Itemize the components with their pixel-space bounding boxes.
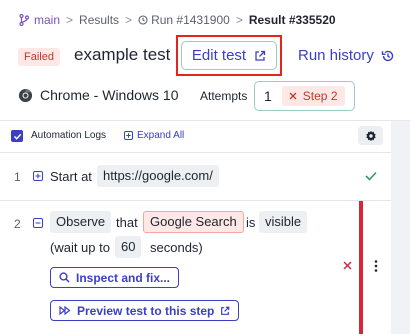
browser-info: Chrome - Windows 10 [18,87,179,103]
fast-forward-icon [59,306,71,315]
attempt-number: 1 [264,88,272,104]
run-history-label: Run history [298,47,374,64]
search-icon [59,272,70,283]
inspect-label: Inspect and fix... [76,270,171,285]
gear-icon [365,130,377,142]
attempts-label: Attempts [200,89,248,103]
clock-icon [138,15,148,25]
run-label: Run #1431900 [151,13,230,27]
failed-step-label: Step 2 [302,89,338,103]
more-options-icon[interactable] [374,260,378,272]
scroll-gutter[interactable] [391,121,410,334]
edit-test-label: Edit test [191,47,247,64]
wait-seconds-chip: 60 [115,236,142,258]
wait-prefix: (wait up to [50,240,110,255]
page-title: example test [74,45,171,64]
wait-suffix: seconds) [150,240,203,255]
settings-button[interactable] [358,126,383,145]
git-branch-icon [19,14,29,26]
run-link[interactable]: Run #1431900 [138,13,230,27]
attempts-selector[interactable]: 1 Step 2 [254,81,355,111]
inspect-and-fix-button[interactable]: Inspect and fix... [50,267,180,288]
check-icon [365,171,377,181]
state-chip: visible [259,211,308,233]
action-chip: Observe [50,211,112,233]
branch-link[interactable]: main [19,13,60,27]
failed-x-icon [343,261,352,270]
expand-step-toggle[interactable] [33,171,43,181]
element-chip: Google Search [143,211,244,233]
external-link-icon [220,306,230,316]
preview-label: Preview test to this step [77,303,215,318]
breadcrumb-separator: > [66,13,74,27]
step-number: 2 [14,217,21,231]
failed-step-chip[interactable]: Step 2 [281,86,345,106]
history-icon [381,49,395,63]
run-history-button[interactable]: Run history [298,47,395,64]
breadcrumb-separator: > [235,13,243,27]
automation-logs-checkbox[interactable] [11,130,23,142]
preview-test-button[interactable]: Preview test to this step [50,300,240,321]
close-icon [289,92,297,100]
edit-test-button[interactable]: Edit test [181,41,277,70]
external-link-icon [254,50,266,62]
step-url-chip: https://google.com/ [97,165,219,187]
breadcrumb: main > Results > Run #1431900 > Result #… [19,11,336,29]
step-number: 1 [14,170,21,184]
current-result: Result #335520 [248,13,336,27]
collapse-step-toggle[interactable] [33,218,43,228]
step-text: is [246,215,256,230]
results-link[interactable]: Results [79,13,119,27]
breadcrumb-separator: > [125,13,133,27]
branch-label: main [34,13,61,27]
browser-label: Chrome - Windows 10 [40,87,179,103]
automation-logs-label: Automation Logs [31,130,107,141]
expand-icon [124,131,133,140]
chrome-icon [18,88,33,103]
highlight-box: Edit test [176,35,282,76]
step-text: that [116,215,138,230]
failed-indicator-bar [359,201,363,334]
expand-all-button[interactable]: Expand All [124,130,184,141]
step-verb: Start at [50,169,92,184]
status-badge: Failed [18,48,60,66]
expand-all-label: Expand All [137,130,185,141]
